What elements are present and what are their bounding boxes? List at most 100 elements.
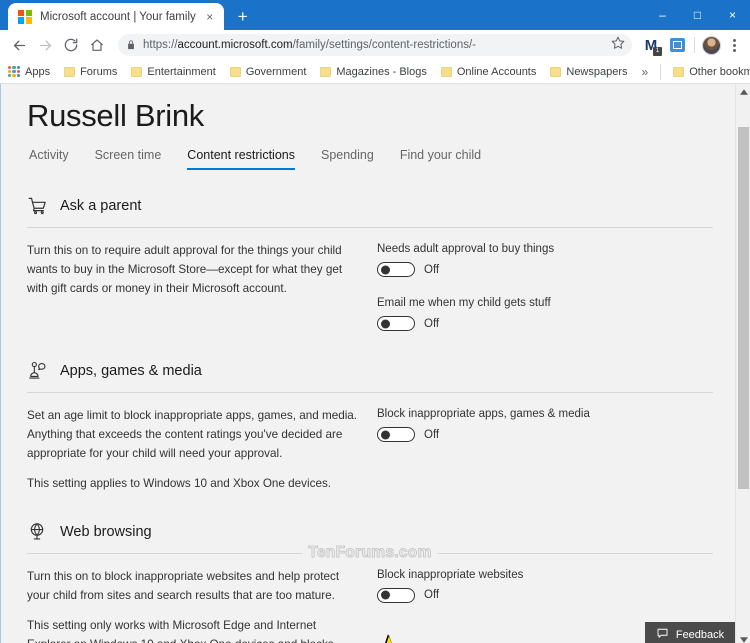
folder-icon <box>229 66 241 77</box>
section-header: Apps, games & media <box>27 361 713 381</box>
blue-square-extension-icon[interactable] <box>666 34 688 56</box>
section-controls: Block inappropriate websites Off <box>377 568 713 603</box>
bookmark-other-bookmarks[interactable]: Other bookmarks <box>673 66 750 78</box>
section-divider: TenForums.com <box>27 543 713 562</box>
section-title: Web browsing <box>60 523 152 540</box>
star-bookmark-icon[interactable] <box>611 36 625 55</box>
bookmarks-overflow-icon[interactable]: » <box>642 65 649 79</box>
section-title: Ask a parent <box>60 198 142 214</box>
scroll-up-icon[interactable] <box>736 84 750 99</box>
folder-icon <box>131 66 143 77</box>
tab-find-your-child[interactable]: Find your child <box>400 148 481 170</box>
home-icon[interactable] <box>84 32 110 58</box>
section-web-browsing: Web browsing TenForums.com Turn this on … <box>27 522 713 643</box>
tab-spending[interactable]: Spending <box>321 148 374 170</box>
section-description: Set an age limit to block inappropriate … <box>27 409 358 490</box>
folder-icon <box>440 66 452 77</box>
feedback-button[interactable]: Feedback <box>645 622 735 643</box>
toggle-block-inappropriate-apps[interactable] <box>377 427 415 442</box>
mail-extension-icon[interactable]: M 1 <box>640 34 662 56</box>
section-description: Turn this on to block inappropriate webs… <box>27 568 377 643</box>
setting-needs-adult-approval: Needs adult approval to buy things Off <box>377 243 713 277</box>
toolbar-divider <box>694 37 695 53</box>
tab-content-restrictions[interactable]: Content restrictions <box>187 148 295 170</box>
section-controls: Needs adult approval to buy things Off E… <box>377 242 713 331</box>
toggle-needs-adult-approval[interactable] <box>377 262 415 277</box>
globe-icon <box>27 522 49 542</box>
feedback-label: Feedback <box>675 628 725 641</box>
setting-label: Block inappropriate apps, games & media <box>377 408 590 420</box>
forward-icon[interactable] <box>32 32 58 58</box>
setting-block-inappropriate-apps: Block inappropriate apps, games & media … <box>377 408 713 442</box>
setting-label: Email me when my child gets stuff <box>377 297 551 309</box>
page-tabs: Activity Screen time Content restriction… <box>27 148 713 170</box>
section-description-rich: This setting only works with Microsoft E… <box>27 618 334 643</box>
section-title: Apps, games & media <box>60 363 202 379</box>
callout-pointer <box>382 636 396 643</box>
setting-label: Block inappropriate websites <box>377 568 524 581</box>
toggle-email-me-child-gets-stuff[interactable] <box>377 316 415 331</box>
minimize-icon[interactable]: – <box>645 0 680 30</box>
new-tab-button[interactable]: + <box>230 3 256 29</box>
bookmark-magazines-blogs[interactable]: Magazines - Blogs <box>320 66 427 78</box>
toggle-state: Off <box>424 263 440 276</box>
toggle-block-inappropriate-websites[interactable] <box>377 587 415 603</box>
browser-window: Microsoft account | Your family × + – □ … <box>0 0 750 643</box>
page-title: Russell Brink <box>27 98 204 133</box>
folder-icon <box>673 66 685 77</box>
window-controls: – □ × <box>645 0 750 30</box>
avatar[interactable] <box>702 35 721 55</box>
bookmark-apps[interactable]: Apps <box>8 65 50 78</box>
scroll-down-icon[interactable] <box>736 632 750 643</box>
folder-icon <box>64 66 76 77</box>
bookmark-government[interactable]: Government <box>229 66 306 78</box>
bookmarks-divider <box>660 63 662 80</box>
close-window-icon[interactable]: × <box>715 0 750 30</box>
browser-toolbar: https://account.microsoft.com/family/set… <box>0 30 750 60</box>
section-apps-games-media: Apps, games & media Set an age limit to … <box>27 361 713 494</box>
bookmark-online-accounts[interactable]: Online Accounts <box>440 66 536 78</box>
back-icon[interactable] <box>6 32 32 58</box>
toggle-state: Off <box>424 317 440 330</box>
setting-block-inappropriate-websites: Block inappropriate websites Off <box>377 569 713 603</box>
toggle-state: Off <box>424 428 440 441</box>
section-header: Web browsing <box>27 522 713 542</box>
close-tab-icon[interactable]: × <box>202 9 218 25</box>
setting-label: Needs adult approval to buy things <box>377 243 555 255</box>
watermark: TenForums.com <box>302 543 438 562</box>
microsoft-logo-icon <box>18 9 32 24</box>
extension-badge: 1 <box>653 47 662 56</box>
title-bar: Microsoft account | Your family × + – □ … <box>0 0 750 30</box>
joystick-icon <box>27 361 49 381</box>
folder-icon <box>320 66 332 77</box>
url-text: https://account.microsoft.com/family/set… <box>143 39 476 51</box>
kebab-menu-icon[interactable] <box>724 38 744 52</box>
folder-icon <box>550 66 562 77</box>
setting-email-me-child-gets-stuff: Email me when my child gets stuff Off <box>377 297 713 331</box>
bookmark-entertainment[interactable]: Entertainment <box>131 66 216 78</box>
maximize-icon[interactable]: □ <box>680 0 715 30</box>
section-controls: Block inappropriate apps, games & media … <box>377 407 713 442</box>
apps-grid-icon <box>8 65 20 78</box>
section-header: Ask a parent <box>27 196 713 216</box>
section-divider <box>27 392 713 393</box>
reload-icon[interactable] <box>58 32 84 58</box>
bookmark-newspapers[interactable]: Newspapers <box>550 66 628 78</box>
speech-bubble-icon <box>656 626 669 643</box>
bookmarks-bar: Apps Forums Entertainment Government Mag… <box>0 60 750 84</box>
page-scrollbar[interactable] <box>735 84 750 643</box>
page-viewport: Russell Brink Activity Screen time Conte… <box>0 84 750 643</box>
scrollbar-thumb[interactable] <box>738 127 749 489</box>
tab-screen-time[interactable]: Screen time <box>95 148 162 170</box>
bookmark-forums[interactable]: Forums <box>64 66 117 78</box>
lock-icon <box>126 39 136 51</box>
section-ask-a-parent: Ask a parent Turn this on to require adu… <box>27 196 713 331</box>
tab-title: Microsoft account | Your family <box>40 10 196 23</box>
toggle-state: Off <box>424 589 440 602</box>
address-bar[interactable]: https://account.microsoft.com/family/set… <box>118 34 632 56</box>
tab-activity[interactable]: Activity <box>29 148 69 170</box>
browser-tab[interactable]: Microsoft account | Your family × <box>8 3 224 30</box>
section-divider <box>27 227 713 228</box>
page-content: Russell Brink Activity Screen time Conte… <box>1 84 735 643</box>
section-description: Turn this on to require adult approval f… <box>27 244 343 295</box>
